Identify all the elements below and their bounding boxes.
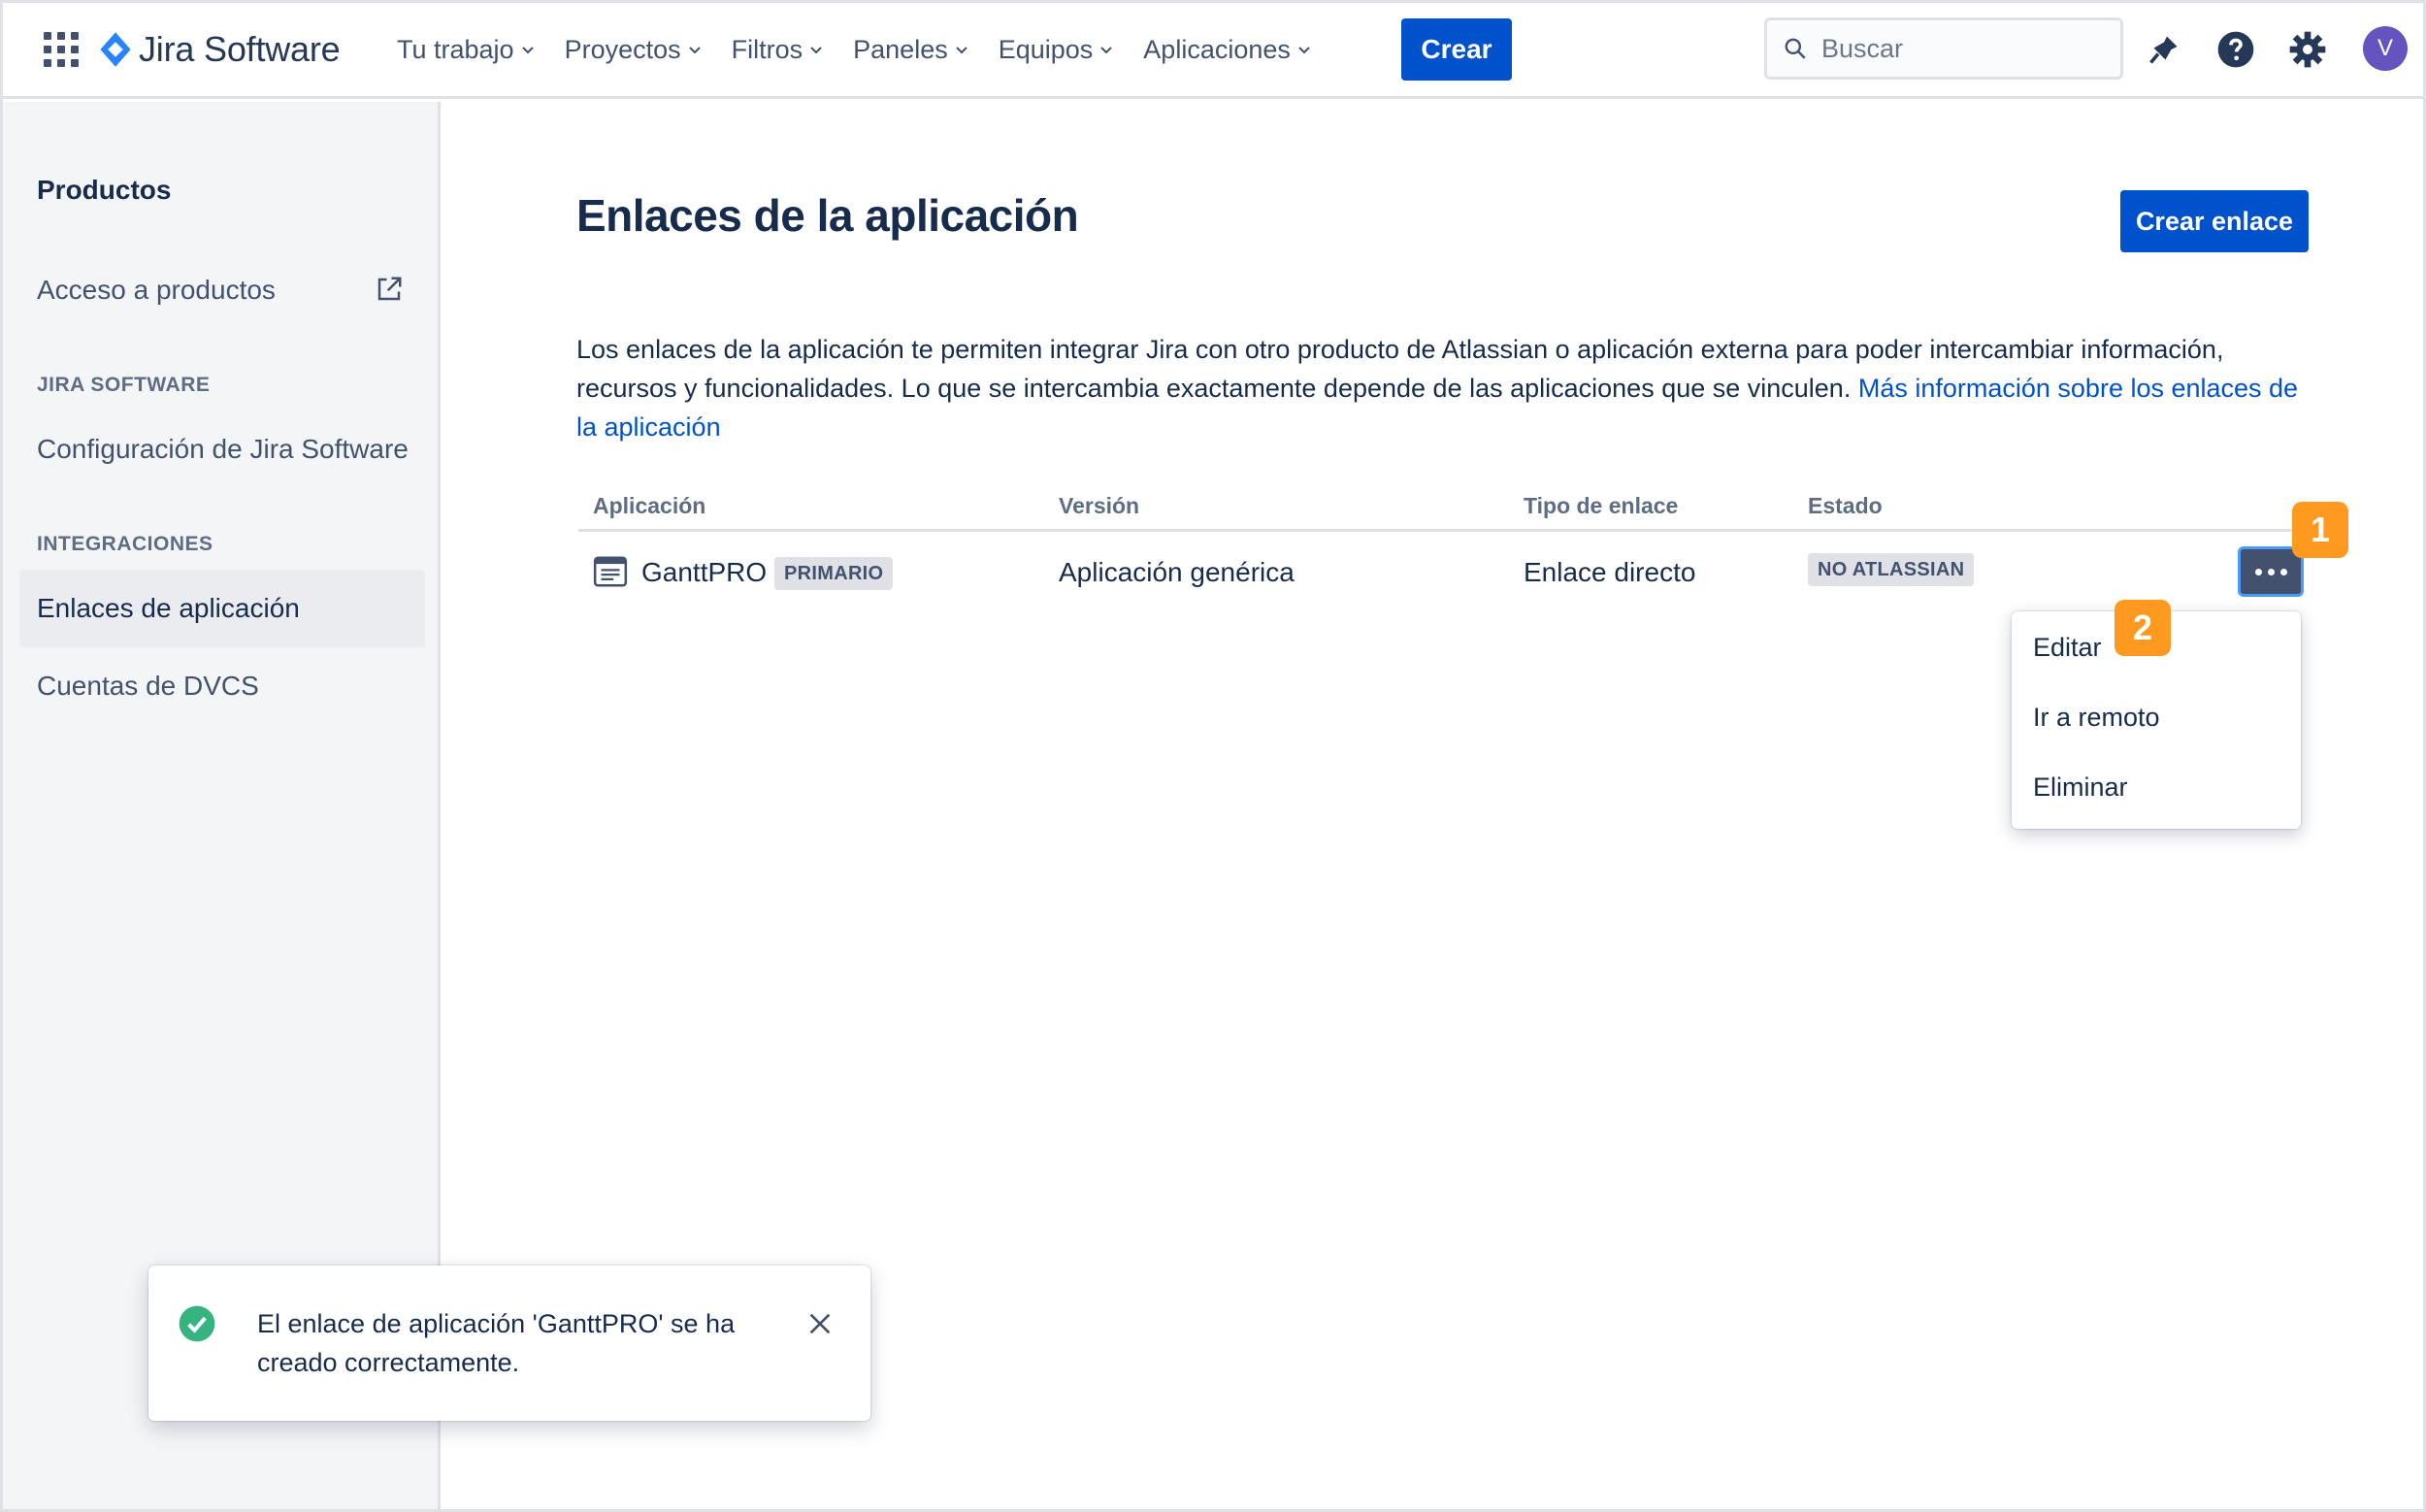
primary-badge: PRIMARIO	[774, 557, 894, 590]
nav-label: Aplicaciones	[1143, 34, 1291, 64]
cell-application-name: GanttPRO	[641, 557, 768, 587]
status-badge: NO ATLASSIAN	[1808, 553, 1975, 586]
jira-diamond-icon	[100, 32, 131, 67]
column-header-link-type: Tipo de enlace	[1524, 493, 1679, 518]
close-icon[interactable]	[804, 1308, 836, 1339]
search-box[interactable]	[1764, 17, 2123, 80]
nav-label: Tu trabajo	[397, 34, 514, 64]
top-navigation: Jira Software Tu trabajo Proyectos Filtr…	[3, 3, 2423, 99]
nav-label: Filtros	[731, 34, 803, 64]
success-toast: El enlace de aplicación 'GanttPRO' se ha…	[148, 1265, 870, 1421]
chevron-down-icon	[521, 47, 534, 54]
app-switcher-icon[interactable]	[44, 32, 79, 67]
page-title: Enlaces de la aplicación	[576, 190, 1079, 241]
chevron-down-icon	[1298, 47, 1310, 54]
sidebar-heading: Productos	[37, 175, 172, 205]
nav-label: Proyectos	[564, 34, 681, 64]
nav-apps[interactable]: Aplicaciones	[1143, 35, 1312, 65]
sidebar-section-jira-software: JIRA SOFTWARE	[37, 374, 211, 396]
create-link-button[interactable]: Crear enlace	[2120, 190, 2309, 252]
column-header-application: Aplicación	[593, 493, 706, 518]
create-button[interactable]: Crear	[1401, 18, 1512, 81]
cell-link-type: Enlace directo	[1524, 557, 1696, 587]
search-input[interactable]	[1821, 33, 2093, 64]
settings-icon[interactable]	[2286, 28, 2329, 71]
chevron-down-icon	[956, 47, 967, 54]
sidebar-item-jira-config[interactable]: Configuración de Jira Software	[37, 434, 409, 465]
notifications-icon[interactable]	[2143, 28, 2185, 71]
generic-application-icon	[593, 556, 628, 587]
search-icon	[1785, 38, 1806, 59]
chevron-down-icon	[810, 47, 822, 54]
page-description: Los enlaces de la aplicación te permiten…	[576, 330, 2323, 446]
step-marker-1: 1	[2292, 502, 2348, 558]
logo-text: Jira Software	[139, 29, 341, 69]
success-check-icon	[179, 1305, 215, 1342]
menu-item-delete[interactable]: Eliminar	[2033, 772, 2128, 803]
nav-projects[interactable]: Proyectos	[565, 35, 703, 65]
main-nav: Tu trabajo Proyectos Filtros Paneles Equ…	[397, 28, 1341, 71]
sidebar-item-app-links[interactable]: Enlaces de aplicación	[37, 593, 300, 624]
help-icon[interactable]	[2214, 28, 2257, 71]
cell-version: Aplicación genérica	[1059, 557, 1295, 587]
chevron-down-icon	[688, 47, 701, 54]
toast-message: El enlace de aplicación 'GanttPRO' se ha…	[257, 1309, 736, 1377]
table-header-divider	[578, 529, 2308, 532]
nav-dashboards[interactable]: Paneles	[853, 35, 969, 65]
avatar[interactable]: V	[2363, 26, 2408, 71]
menu-item-edit[interactable]: Editar	[2033, 633, 2102, 663]
external-link-icon[interactable]	[375, 275, 404, 304]
column-header-status: Estado	[1808, 493, 1883, 518]
nav-filters[interactable]: Filtros	[732, 35, 825, 65]
sidebar-item-product-access[interactable]: Acceso a productos	[37, 275, 276, 306]
nav-label: Equipos	[998, 34, 1094, 64]
nav-your-work[interactable]: Tu trabajo	[397, 35, 536, 65]
sidebar-item-dvcs-accounts[interactable]: Cuentas de DVCS	[37, 671, 259, 702]
chevron-down-icon	[1100, 47, 1113, 54]
column-header-version: Versión	[1059, 493, 1140, 518]
nav-label: Paneles	[853, 34, 948, 64]
step-marker-2: 2	[2115, 600, 2171, 656]
jira-logo[interactable]: Jira Software	[98, 28, 341, 71]
sidebar-section-integrations: INTEGRACIONES	[37, 533, 213, 555]
nav-teams[interactable]: Equipos	[999, 35, 1115, 65]
menu-item-go-to-remote[interactable]: Ir a remoto	[2033, 703, 2160, 733]
